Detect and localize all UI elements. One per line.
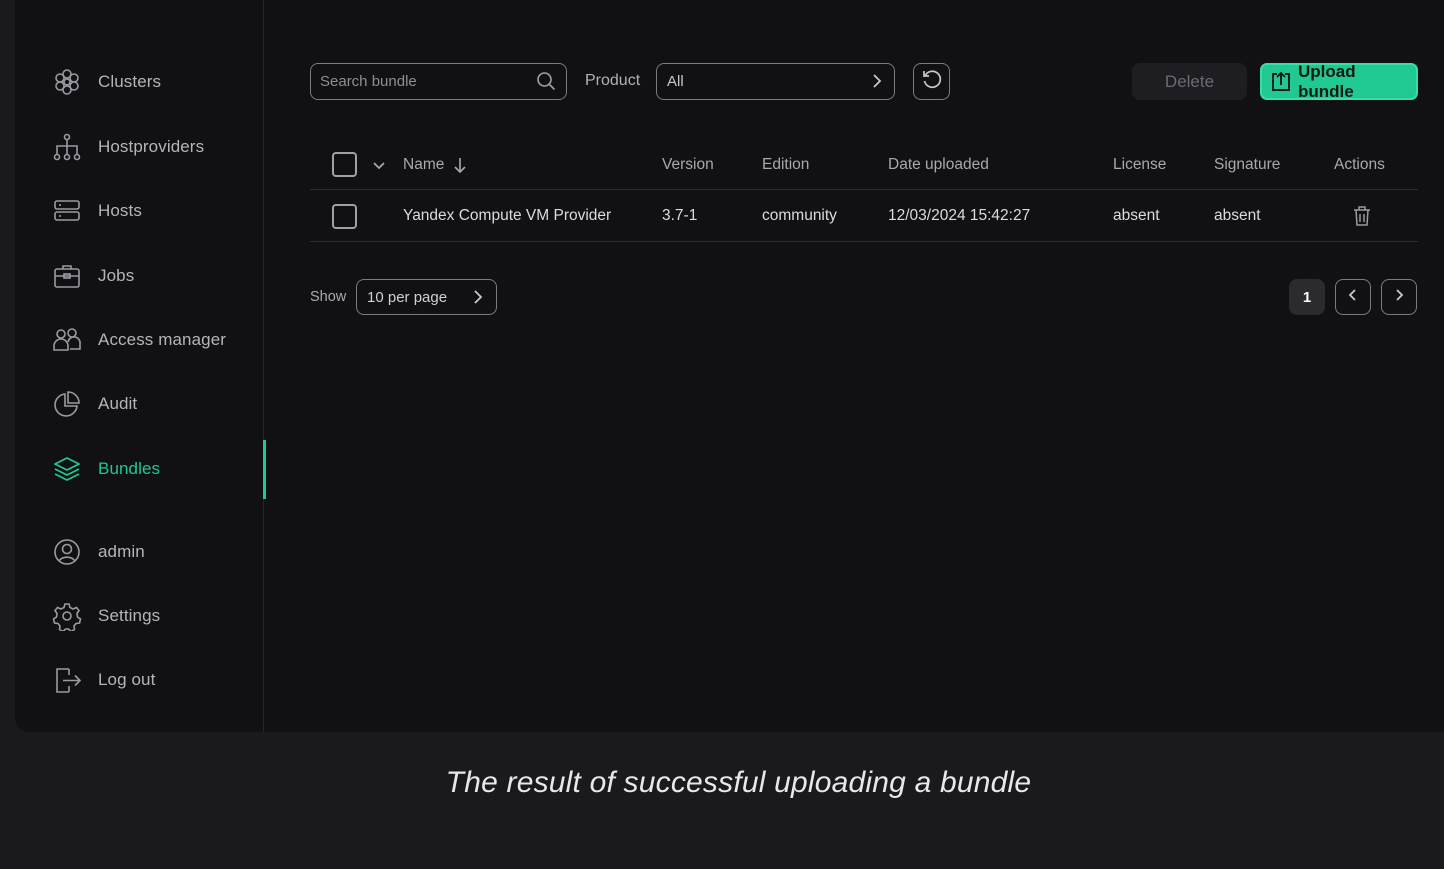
chevron-down-icon [372, 158, 386, 172]
sidebar-item-clusters[interactable]: Clusters [15, 58, 264, 106]
product-select[interactable]: All [656, 63, 895, 100]
sidebar-item-label: Jobs [98, 266, 135, 285]
sidebar-item-jobs[interactable]: Jobs [15, 252, 264, 300]
chevron-right-icon [469, 288, 487, 306]
cell-license: absent [1113, 207, 1160, 224]
sidebar-item-label: Log out [98, 670, 156, 689]
column-header-name[interactable]: Name [403, 140, 467, 189]
sidebar-item-hostproviders[interactable]: Hostproviders [15, 123, 264, 171]
row-checkbox[interactable] [332, 191, 357, 241]
sidebar: Clusters Hostproviders Hosts Jobs Access… [15, 0, 266, 732]
select-all-checkbox[interactable] [332, 140, 357, 189]
sidebar-item-label: Bundles [98, 459, 161, 478]
per-page-value: 10 per page [367, 289, 448, 306]
user-icon [52, 537, 82, 567]
chevron-left-icon [1345, 287, 1361, 308]
chevron-right-icon [1391, 287, 1407, 308]
logout-icon [52, 665, 82, 695]
column-header-date-uploaded[interactable]: Date uploaded [888, 140, 989, 189]
search-icon [536, 71, 556, 91]
delete-row-button[interactable] [1352, 191, 1372, 241]
cell-name[interactable]: Yandex Compute VM Provider [403, 191, 611, 241]
previous-page-button[interactable] [1335, 279, 1371, 315]
column-header-version[interactable]: Version [662, 140, 714, 189]
column-header-license: License [1113, 155, 1167, 173]
delete-button[interactable]: Delete [1132, 63, 1247, 100]
cell-edition: community [762, 207, 837, 224]
hostproviders-icon [52, 132, 82, 162]
hosts-icon [52, 196, 82, 226]
upload-bundle-button[interactable]: Upload bundle [1260, 61, 1418, 101]
product-label: Product [585, 72, 641, 89]
table-header: Name Version Edition Date uploaded Licen… [310, 140, 1418, 190]
sidebar-item-admin[interactable]: admin [15, 528, 264, 576]
cell-signature: absent [1214, 207, 1261, 224]
sidebar-item-label: Hostproviders [98, 137, 205, 156]
sidebar-item-label: Clusters [98, 72, 162, 91]
upload-bundle-label: Upload bundle [1298, 61, 1356, 101]
product-select-value: All [667, 73, 684, 90]
table-row: Yandex Compute VM Provider 3.7-1 communi… [310, 191, 1418, 242]
caption: The result of successful uploading a bun… [445, 766, 1032, 799]
upload-icon [1270, 71, 1292, 93]
next-page-button[interactable] [1381, 279, 1417, 315]
search-field[interactable] [310, 63, 567, 100]
sidebar-item-audit[interactable]: Audit [15, 380, 264, 428]
sidebar-item-logout[interactable]: Log out [15, 656, 264, 704]
sidebar-item-label: Audit [98, 394, 138, 413]
page-number-button[interactable]: 1 [1289, 279, 1325, 315]
sidebar-item-settings[interactable]: Settings [15, 592, 264, 640]
sort-arrow-down-icon [453, 156, 467, 174]
audit-icon [52, 389, 82, 419]
bundles-icon [52, 454, 82, 484]
chevron-right-icon [868, 72, 886, 90]
per-page-select[interactable]: 10 per page [356, 279, 497, 315]
sidebar-item-bundles[interactable]: Bundles [15, 440, 266, 499]
refresh-icon [921, 68, 943, 95]
cell-date-uploaded: 12/03/2024 15:42:27 [888, 207, 1031, 224]
app-window: Clusters Hostproviders Hosts Jobs Access… [15, 0, 1444, 732]
sidebar-item-label: Settings [98, 606, 161, 625]
cell-version: 3.7-1 [662, 207, 698, 224]
column-header-edition[interactable]: Edition [762, 140, 809, 189]
column-header-signature: Signature [1214, 155, 1281, 173]
jobs-icon [52, 261, 82, 291]
select-menu-button[interactable] [372, 140, 386, 189]
access-manager-icon [52, 325, 82, 355]
sidebar-item-hosts[interactable]: Hosts [15, 187, 264, 235]
trash-icon [1352, 205, 1372, 227]
clusters-icon [52, 67, 82, 97]
sidebar-item-access-manager[interactable]: Access manager [15, 316, 264, 364]
sidebar-item-label: Access manager [98, 330, 227, 349]
search-input[interactable] [320, 73, 520, 90]
sidebar-item-label: admin [98, 542, 145, 561]
gear-icon [52, 601, 82, 631]
column-label: Name [403, 155, 445, 173]
show-label: Show [310, 289, 347, 305]
refresh-button[interactable] [913, 63, 950, 100]
column-header-actions: Actions [1334, 155, 1385, 173]
sidebar-item-label: Hosts [98, 201, 142, 220]
